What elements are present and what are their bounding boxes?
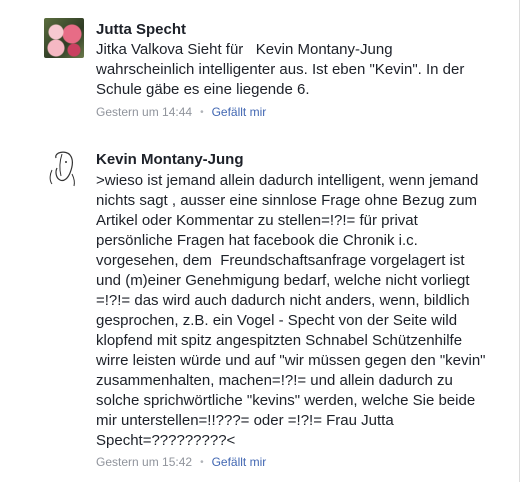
avatar[interactable] [44,18,84,58]
comment-line: >wieso ist jemand allein dadurch intelli… [96,172,479,189]
comment-line: =!?!= das wird auch dadurch nicht anders… [96,292,470,309]
comment-line: persönliche Fragen hat facebook die Chro… [96,232,418,249]
comment-line: Jitka Valkova Sieht für Kevin Montany-Ju… [96,41,393,58]
comment-line: nichts sagt , ausser eine sinnlose Frage… [96,192,478,209]
comment-author[interactable]: Jutta Specht [96,21,186,38]
comment-line: solche sprichwörtliche "kevins" werden, … [96,392,476,409]
comment-meta: Gestern um 15:42 • Gefällt mir [96,455,266,469]
comment-line: und (m)einer Genehmigung bedarf, welche … [96,272,470,289]
comment-line: Artikel oder Kommentar zu stellen=!?!= f… [96,212,418,229]
comment-line: vorgesehen, dem Freundschaftsanfrage vor… [96,252,465,269]
comment-text: >wieso ist jemand allein dadurch intelli… [96,171,512,451]
comment-meta: Gestern um 14:44 • Gefällt mir [96,105,266,119]
comment-line: zusammenhalten, machen=!?!= und allein d… [96,372,453,389]
like-link[interactable]: Gefällt mir [212,455,267,469]
comment-line: klopfend mit spitz angespitzten Schnabel… [96,332,463,349]
comment-line: wahrscheinlich intelligenter aus. Ist eb… [96,61,465,78]
comment-timestamp[interactable]: Gestern um 14:44 [96,105,192,119]
comment-line: mir unterstellen=!!???= oder =!?!= Frau … [96,412,394,429]
comment-timestamp[interactable]: Gestern um 15:42 [96,455,192,469]
comment-line: gesprochen, z.B. ein Vogel - Specht von … [96,312,458,329]
comment-text: Jitka Valkova Sieht für Kevin Montany-Ju… [96,40,512,100]
comment-line: wirre leisten würde und auf "wir müssen … [96,352,486,369]
separator-dot: • [200,456,204,468]
sketch-face-icon [49,151,75,187]
avatar[interactable] [44,148,84,188]
comment-line: Schule gäbe es eine liegende 6. [96,81,310,98]
comment-line: Specht=?????????< [96,432,236,449]
separator-dot: • [200,106,204,118]
like-link[interactable]: Gefällt mir [212,105,267,119]
comment-author[interactable]: Kevin Montany-Jung [96,151,244,168]
